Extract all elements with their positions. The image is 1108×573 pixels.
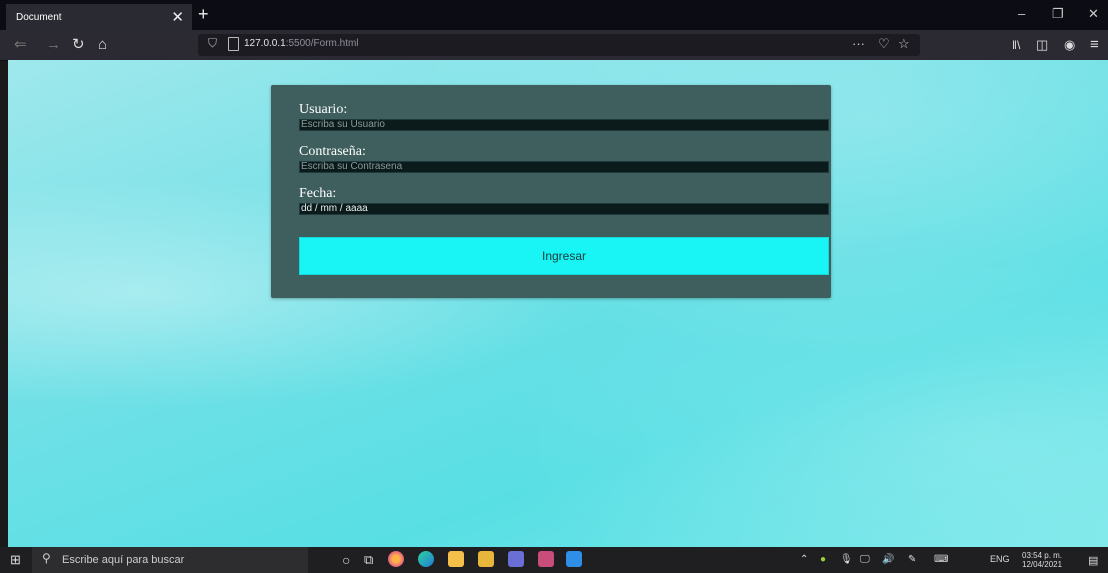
more-icon[interactable]: ··· xyxy=(852,36,865,51)
window-close-icon[interactable]: ✕ xyxy=(1088,6,1099,22)
menu-icon[interactable]: ≡ xyxy=(1090,36,1099,54)
url-bar[interactable]: ⛉ 127.0.0.1:5500/Form.html ··· ♡ ☆ xyxy=(198,34,920,56)
fecha-input[interactable]: dd / mm / aaaa xyxy=(299,203,829,215)
usuario-input[interactable]: Escriba su Usuario xyxy=(299,119,829,131)
restore-icon[interactable]: ❐ xyxy=(1052,6,1064,22)
star-icon[interactable]: ☆ xyxy=(898,36,910,52)
password-input[interactable]: Escriba su Contrasena xyxy=(299,161,829,173)
volume-icon[interactable]: 🔊 xyxy=(882,554,894,565)
password-label: Contraseña: xyxy=(299,144,366,159)
task-view-icon[interactable]: ⧉ xyxy=(364,551,373,569)
account-icon[interactable]: ◉ xyxy=(1064,36,1075,54)
keyboard-icon[interactable]: ⌨ xyxy=(934,554,948,565)
microphone-icon[interactable]: 🎙 xyxy=(840,554,853,565)
navigation-bar: ⇐ → ↻ ⌂ ⛉ 127.0.0.1:5500/Form.html ··· ♡… xyxy=(0,30,1108,61)
explorer-icon[interactable] xyxy=(478,551,494,567)
library-icon[interactable]: ǁ\ xyxy=(1012,36,1020,54)
cortana-icon[interactable]: ○ xyxy=(342,551,350,569)
tray-expand-icon[interactable]: ⌃ xyxy=(800,554,808,565)
network-icon[interactable]: 🖵 xyxy=(860,554,870,565)
tray-app-icon[interactable]: ● xyxy=(820,554,826,565)
clock[interactable]: 03:54 p. m. 12/04/2021 xyxy=(1022,551,1062,569)
tab-document[interactable]: Document ✕ xyxy=(6,4,192,30)
taskbar-search[interactable]: ⚲ Escribe aquí para buscar xyxy=(32,547,308,573)
vscode-icon[interactable] xyxy=(566,551,582,567)
store-icon[interactable] xyxy=(448,551,464,567)
minimize-icon[interactable]: – xyxy=(1018,6,1025,21)
page-content: Usuario: Escriba su Usuario Contraseña: … xyxy=(8,60,1108,547)
search-icon: ⚲ xyxy=(42,551,51,565)
clock-date: 12/04/2021 xyxy=(1022,560,1063,569)
pen-icon[interactable]: ✎ xyxy=(908,554,916,565)
sidebar-icon[interactable]: ◫ xyxy=(1036,36,1048,54)
page-icon xyxy=(228,37,239,51)
tab-close-icon[interactable]: ✕ xyxy=(171,8,184,26)
taskbar: ⊞ ⚲ Escribe aquí para buscar ○ ⧉ ⌃ ● 🎙 🖵… xyxy=(0,547,1108,573)
language-indicator[interactable]: ENG xyxy=(990,554,1010,564)
home-icon[interactable]: ⌂ xyxy=(98,36,107,54)
url-text[interactable]: 127.0.0.1:5500/Form.html xyxy=(244,38,359,49)
url-host: 127.0.0.1 xyxy=(244,38,286,49)
teams-icon[interactable] xyxy=(508,551,524,567)
shield-icon[interactable]: ⛉ xyxy=(208,36,217,51)
back-icon[interactable]: ⇐ xyxy=(14,36,27,54)
reload-icon[interactable]: ↻ xyxy=(72,36,85,54)
taskbar-search-placeholder: Escribe aquí para buscar xyxy=(62,554,185,566)
forward-icon[interactable]: → xyxy=(46,36,61,54)
usuario-label: Usuario: xyxy=(299,102,348,117)
pocket-icon[interactable]: ♡ xyxy=(878,36,890,52)
url-path: :5500/Form.html xyxy=(285,38,359,49)
ingresar-button[interactable]: Ingresar xyxy=(299,237,829,275)
notification-icon[interactable]: ▤ xyxy=(1088,554,1098,567)
edge-icon[interactable] xyxy=(418,551,434,567)
outlook-icon[interactable] xyxy=(538,551,554,567)
login-form: Usuario: Escriba su Usuario Contraseña: … xyxy=(271,85,831,298)
windows-start-icon[interactable]: ⊞ xyxy=(10,551,21,569)
new-tab-icon[interactable]: + xyxy=(198,4,209,24)
clock-time: 03:54 p. m. xyxy=(1022,551,1063,560)
tab-strip: Document ✕ + – ❐ ✕ xyxy=(0,0,1108,30)
firefox-icon[interactable] xyxy=(388,551,404,567)
tab-title: Document xyxy=(16,11,62,23)
fecha-label: Fecha: xyxy=(299,186,337,201)
